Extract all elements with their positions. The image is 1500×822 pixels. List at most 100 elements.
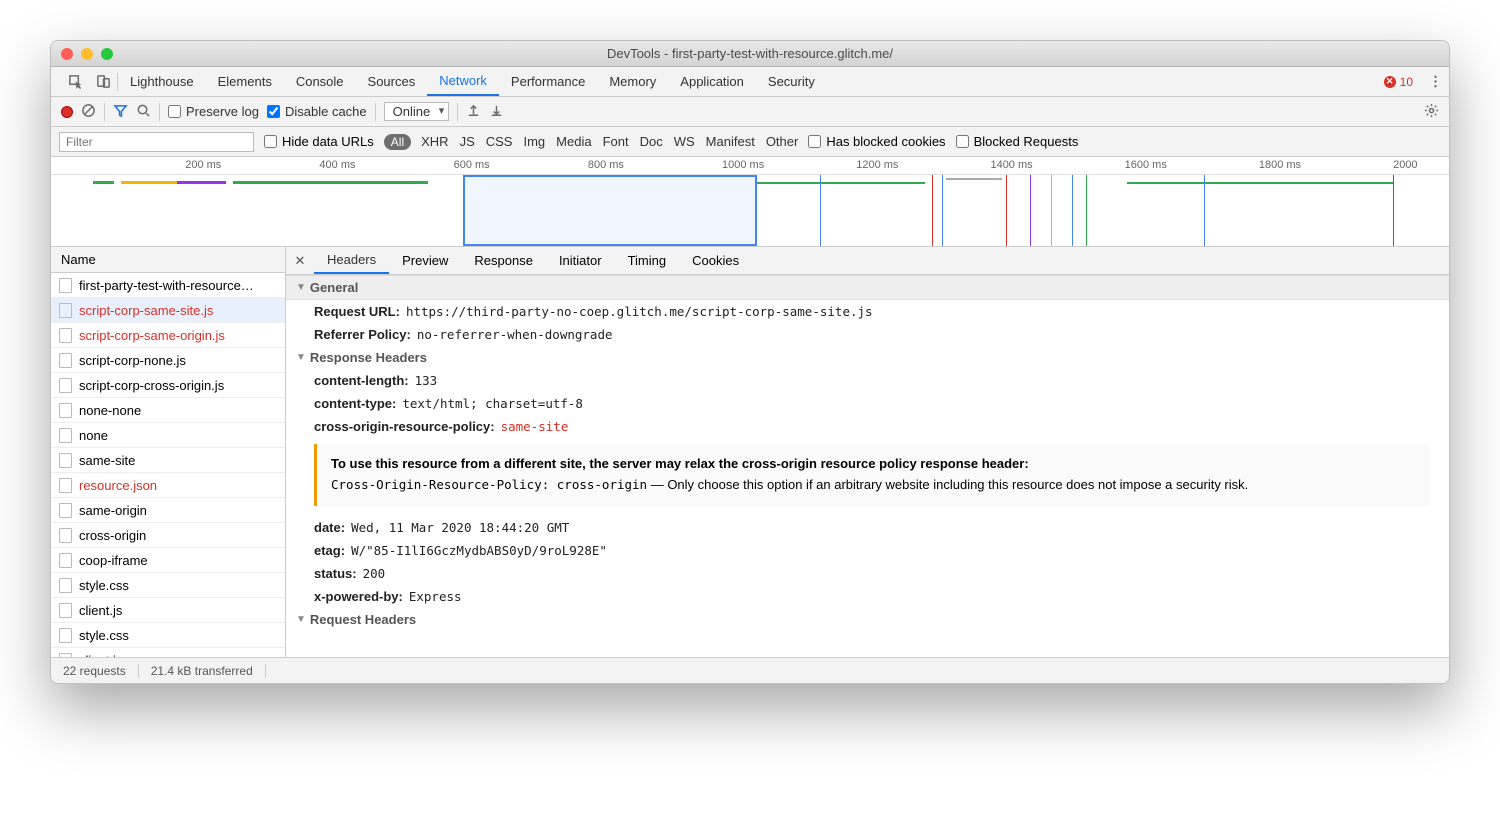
main-tab-security[interactable]: Security	[756, 67, 827, 96]
download-har-icon[interactable]	[489, 103, 504, 121]
response-header-row: status:200	[286, 562, 1449, 585]
clear-icon[interactable]	[81, 103, 96, 121]
main-tab-application[interactable]: Application	[668, 67, 756, 96]
request-row[interactable]: coop-iframe	[51, 548, 285, 573]
blocked-requests-checkbox[interactable]: Blocked Requests	[956, 134, 1079, 149]
status-bar: 22 requests 21.4 kB transferred	[51, 657, 1449, 683]
request-row[interactable]: style.css	[51, 623, 285, 648]
main-tab-elements[interactable]: Elements	[206, 67, 284, 96]
main-tab-console[interactable]: Console	[284, 67, 356, 96]
file-icon	[59, 503, 72, 518]
type-filter-media[interactable]: Media	[556, 134, 591, 149]
timeline-tick: 2000	[1393, 159, 1417, 171]
status-transferred: 21.4 kB transferred	[139, 664, 266, 678]
has-blocked-cookies-checkbox[interactable]: Has blocked cookies	[808, 134, 945, 149]
filter-input[interactable]	[59, 132, 254, 152]
type-filter-doc[interactable]: Doc	[640, 134, 663, 149]
request-row[interactable]: resource.json	[51, 473, 285, 498]
timeline-tick: 1400 ms	[990, 159, 1032, 171]
main-tab-network[interactable]: Network	[427, 67, 499, 96]
main-tab-performance[interactable]: Performance	[499, 67, 597, 96]
upload-har-icon[interactable]	[466, 103, 481, 121]
section-request-headers[interactable]: ▼Request Headers	[286, 608, 1449, 631]
type-filters: XHR JS CSS Img Media Font Doc WS Manifest Other	[421, 134, 798, 149]
filter-icon[interactable]	[113, 103, 128, 121]
disable-cache-checkbox[interactable]: Disable cache	[267, 104, 367, 119]
request-row[interactable]: same-site	[51, 448, 285, 473]
detail-body: ▼General Request URL:https://third-party…	[286, 275, 1449, 657]
overview-timeline[interactable]: 200 ms400 ms600 ms800 ms1000 ms1200 ms14…	[51, 157, 1449, 247]
split-pane: Name first-party-test-with-resource…scri…	[51, 247, 1449, 657]
timeline-tick: 600 ms	[454, 159, 490, 171]
request-row[interactable]: first-party-test-with-resource…	[51, 273, 285, 298]
network-toolbar: Preserve log Disable cache Online	[51, 97, 1449, 127]
file-icon	[59, 553, 72, 568]
type-filter-manifest[interactable]: Manifest	[706, 134, 755, 149]
file-icon	[59, 278, 72, 293]
name-column-header[interactable]: Name	[51, 247, 285, 273]
kv-request-url: Request URL:https://third-party-no-coep.…	[286, 300, 1449, 323]
request-row[interactable]: script-corp-none.js	[51, 348, 285, 373]
detail-tab-initiator[interactable]: Initiator	[546, 247, 615, 274]
detail-tab-timing[interactable]: Timing	[615, 247, 680, 274]
error-icon: ✕	[1384, 76, 1396, 88]
section-general[interactable]: ▼General	[286, 275, 1449, 300]
detail-tab-preview[interactable]: Preview	[389, 247, 461, 274]
timeline-tick: 1600 ms	[1125, 159, 1167, 171]
request-row[interactable]: same-origin	[51, 498, 285, 523]
status-requests: 22 requests	[51, 664, 139, 678]
type-filter-other[interactable]: Other	[766, 134, 799, 149]
search-icon[interactable]	[136, 103, 151, 121]
request-row[interactable]: script-corp-same-origin.js	[51, 323, 285, 348]
titlebar: DevTools - first-party-test-with-resourc…	[51, 41, 1449, 67]
file-icon	[59, 328, 72, 343]
inspect-icon[interactable]	[61, 74, 89, 89]
file-icon	[59, 403, 72, 418]
type-filter-font[interactable]: Font	[603, 134, 629, 149]
response-header-row: content-type:text/html; charset=utf-8	[286, 392, 1449, 415]
request-row[interactable]: style.css	[51, 573, 285, 598]
timeline-tick: 200 ms	[185, 159, 221, 171]
main-tab-memory[interactable]: Memory	[597, 67, 668, 96]
type-filter-ws[interactable]: WS	[674, 134, 695, 149]
main-tab-lighthouse[interactable]: Lighthouse	[118, 67, 206, 96]
devtools-window: DevTools - first-party-test-with-resourc…	[50, 40, 1450, 684]
type-filter-img[interactable]: Img	[523, 134, 545, 149]
preserve-log-checkbox[interactable]: Preserve log	[168, 104, 259, 119]
request-row[interactable]: script-corp-cross-origin.js	[51, 373, 285, 398]
request-row[interactable]: cross-origin	[51, 523, 285, 548]
main-toolbar: LighthouseElementsConsoleSourcesNetworkP…	[51, 67, 1449, 97]
file-icon	[59, 453, 72, 468]
throttling-select[interactable]: Online	[384, 102, 450, 121]
detail-tab-cookies[interactable]: Cookies	[679, 247, 752, 274]
request-row[interactable]: client.js	[51, 648, 285, 657]
response-header-row: cross-origin-resource-policy:same-site	[286, 415, 1449, 438]
detail-tabs: ✕ HeadersPreviewResponseInitiatorTimingC…	[286, 247, 1449, 275]
hide-data-urls-checkbox[interactable]: Hide data URLs	[264, 134, 374, 149]
request-row[interactable]: none	[51, 423, 285, 448]
response-header-row: content-length:133	[286, 369, 1449, 392]
device-toggle-icon[interactable]	[89, 74, 117, 89]
request-row[interactable]: client.js	[51, 598, 285, 623]
type-filter-xhr[interactable]: XHR	[421, 134, 448, 149]
record-button[interactable]	[61, 106, 73, 118]
request-row[interactable]: script-corp-same-site.js	[51, 298, 285, 323]
detail-tab-headers[interactable]: Headers	[314, 247, 389, 274]
timeline-tick: 800 ms	[588, 159, 624, 171]
close-detail-icon[interactable]: ✕	[286, 253, 314, 269]
main-tab-sources[interactable]: Sources	[356, 67, 428, 96]
file-icon	[59, 303, 72, 318]
type-filter-js[interactable]: JS	[460, 134, 475, 149]
response-header-row: x-powered-by:Express	[286, 585, 1449, 608]
request-row[interactable]: none-none	[51, 398, 285, 423]
kebab-menu-icon[interactable]	[1421, 74, 1449, 89]
filter-all-pill[interactable]: All	[384, 134, 411, 150]
error-badge[interactable]: ✕ 10	[1384, 75, 1413, 89]
window-title: DevTools - first-party-test-with-resourc…	[51, 46, 1449, 61]
detail-tab-response[interactable]: Response	[461, 247, 546, 274]
section-response-headers[interactable]: ▼Response Headers	[286, 346, 1449, 369]
settings-gear-icon[interactable]	[1424, 103, 1439, 121]
type-filter-css[interactable]: CSS	[486, 134, 513, 149]
response-header-row: date:Wed, 11 Mar 2020 18:44:20 GMT	[286, 516, 1449, 539]
file-icon	[59, 478, 72, 493]
